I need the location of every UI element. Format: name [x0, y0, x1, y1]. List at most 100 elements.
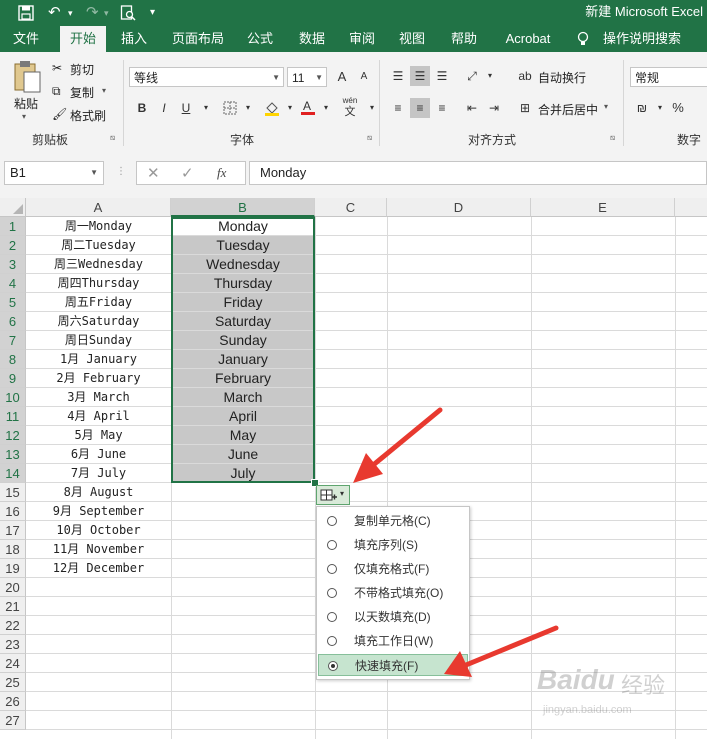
- row-header[interactable]: 19: [0, 559, 26, 578]
- borders-dropdown-icon[interactable]: ▾: [238, 98, 258, 118]
- grow-font-button[interactable]: A: [332, 67, 352, 87]
- undo-icon[interactable]: ↶: [48, 0, 61, 26]
- tab-insert[interactable]: 插入: [112, 26, 156, 52]
- cell-a[interactable]: 周二Tuesday: [26, 236, 171, 255]
- tab-file[interactable]: 文件: [6, 26, 46, 52]
- cell-a[interactable]: 12月 December: [26, 559, 171, 578]
- row-header[interactable]: 9: [0, 369, 26, 388]
- cell-a[interactable]: 4月 April: [26, 407, 171, 426]
- cut-button[interactable]: 剪切: [70, 61, 94, 78]
- align-middle-icon[interactable]: ☰: [410, 66, 430, 86]
- cancel-icon[interactable]: ✕: [147, 164, 160, 182]
- font-launcher-icon[interactable]: ⧅: [367, 133, 372, 143]
- bold-button[interactable]: B: [132, 98, 152, 118]
- tab-page-layout[interactable]: 页面布局: [166, 26, 230, 52]
- clipboard-launcher-icon[interactable]: ⧅: [110, 133, 115, 143]
- row-header[interactable]: 2: [0, 236, 26, 255]
- row-header[interactable]: 26: [0, 692, 26, 711]
- menu-item-fill-weekdays[interactable]: 填充工作日(W): [318, 630, 468, 652]
- save-icon[interactable]: [18, 0, 34, 26]
- copy-icon[interactable]: ⧉: [52, 84, 61, 99]
- row-header[interactable]: 14: [0, 464, 26, 483]
- column-header-a[interactable]: A: [26, 198, 171, 217]
- menu-item-flash-fill[interactable]: 快速填充(F): [318, 654, 468, 676]
- italic-button[interactable]: I: [154, 98, 174, 118]
- copy-dropdown-icon[interactable]: ▾: [102, 86, 106, 95]
- insert-function-icon[interactable]: fx: [217, 165, 226, 181]
- font-size-select[interactable]: 11 ▼: [287, 67, 327, 87]
- wrap-text-icon[interactable]: ab: [515, 66, 535, 86]
- redo-icon[interactable]: ↷: [86, 0, 99, 26]
- name-box[interactable]: B1 ▼: [4, 161, 104, 185]
- phonetic-guide-icon[interactable]: wén 文: [338, 94, 362, 120]
- font-color-icon[interactable]: A: [298, 98, 318, 118]
- undo-dropdown-icon[interactable]: ▾: [68, 0, 73, 26]
- accounting-dropdown-icon[interactable]: ▾: [650, 98, 670, 118]
- font-name-select[interactable]: 等线 ▼: [129, 67, 284, 87]
- cell-a[interactable]: 7月 July: [26, 464, 171, 483]
- formula-input[interactable]: Monday: [249, 161, 707, 185]
- align-right-icon[interactable]: ≡: [432, 98, 452, 118]
- tab-acrobat[interactable]: Acrobat: [496, 26, 560, 52]
- row-header[interactable]: 6: [0, 312, 26, 331]
- merge-center-icon[interactable]: ⊞: [515, 98, 535, 118]
- row-header[interactable]: 10: [0, 388, 26, 407]
- cell-a[interactable]: 2月 February: [26, 369, 171, 388]
- tab-review[interactable]: 审阅: [340, 26, 384, 52]
- row-header[interactable]: 7: [0, 331, 26, 350]
- row-header[interactable]: 27: [0, 711, 26, 730]
- redo-dropdown-icon[interactable]: ▾: [104, 0, 109, 26]
- cell-a[interactable]: 周六Saturday: [26, 312, 171, 331]
- cell-a[interactable]: 周日Sunday: [26, 331, 171, 350]
- shrink-font-button[interactable]: A: [354, 67, 374, 87]
- row-header[interactable]: 25: [0, 673, 26, 692]
- align-left-icon[interactable]: ≡: [388, 98, 408, 118]
- merge-dropdown-icon[interactable]: ▾: [604, 102, 608, 111]
- menu-item-fill-series[interactable]: 填充序列(S): [318, 534, 468, 556]
- cell-a[interactable]: 3月 March: [26, 388, 171, 407]
- wrap-text-button[interactable]: 自动换行: [538, 69, 586, 86]
- align-bottom-icon[interactable]: ☰: [432, 66, 452, 86]
- orientation-icon[interactable]: ⤢: [462, 66, 482, 86]
- percent-button[interactable]: %: [668, 98, 688, 118]
- row-header[interactable]: 8: [0, 350, 26, 369]
- menu-item-fill-days[interactable]: 以天数填充(D): [318, 606, 468, 628]
- fill-color-dropdown-icon[interactable]: ▾: [280, 98, 300, 118]
- row-header[interactable]: 1: [0, 217, 26, 236]
- auto-fill-options-button[interactable]: ▾: [316, 485, 350, 505]
- row-header[interactable]: 3: [0, 255, 26, 274]
- row-header[interactable]: 20: [0, 578, 26, 597]
- select-all-corner[interactable]: [0, 198, 26, 217]
- tab-help[interactable]: 帮助: [442, 26, 486, 52]
- format-painter-icon[interactable]: 🖌: [52, 107, 67, 121]
- cell-a[interactable]: 1月 January: [26, 350, 171, 369]
- row-header[interactable]: 15: [0, 483, 26, 502]
- row-header[interactable]: 21: [0, 597, 26, 616]
- font-color-dropdown-icon[interactable]: ▾: [316, 98, 336, 118]
- row-header[interactable]: 12: [0, 426, 26, 445]
- cell-a[interactable]: 周五Friday: [26, 293, 171, 312]
- print-preview-icon[interactable]: [120, 0, 136, 26]
- fill-color-icon[interactable]: [262, 98, 282, 118]
- tab-home[interactable]: 开始: [60, 26, 106, 52]
- menu-item-copy-cells[interactable]: 复制单元格(C): [318, 510, 468, 532]
- paste-button[interactable]: 粘贴: [14, 95, 38, 112]
- tab-tell-me[interactable]: 操作说明搜索: [596, 26, 688, 52]
- align-center-icon[interactable]: ≡: [410, 98, 430, 118]
- column-header-e[interactable]: E: [531, 198, 675, 217]
- column-header-f[interactable]: [675, 198, 707, 217]
- cell-a[interactable]: 10月 October: [26, 521, 171, 540]
- copy-button[interactable]: 复制: [70, 84, 94, 101]
- borders-icon[interactable]: [220, 98, 240, 118]
- column-header-d[interactable]: D: [387, 198, 531, 217]
- enter-icon[interactable]: ✓: [181, 164, 194, 182]
- cell-a[interactable]: 9月 September: [26, 502, 171, 521]
- decrease-indent-icon[interactable]: ⇤: [462, 98, 482, 118]
- column-header-b[interactable]: B: [171, 198, 315, 217]
- tab-data[interactable]: 数据: [290, 26, 334, 52]
- alignment-launcher-icon[interactable]: ⧅: [610, 133, 615, 143]
- row-header[interactable]: 13: [0, 445, 26, 464]
- paste-icon[interactable]: [12, 60, 44, 100]
- cell-a[interactable]: 8月 August: [26, 483, 171, 502]
- row-header[interactable]: 5: [0, 293, 26, 312]
